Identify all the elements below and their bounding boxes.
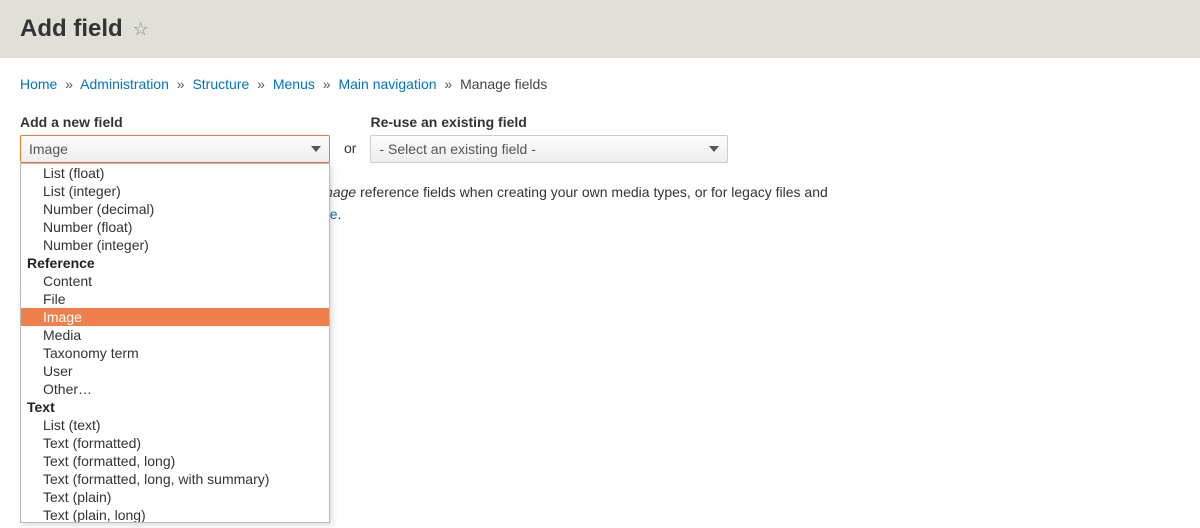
dropdown-item[interactable]: Text (formatted, long, with summary) — [21, 470, 329, 488]
dropdown-item[interactable]: Media — [21, 326, 329, 344]
existing-field-label: Re-use an existing field — [370, 114, 728, 130]
breadcrumb-home[interactable]: Home — [20, 76, 57, 92]
dropdown-item[interactable]: Image — [21, 308, 329, 326]
breadcrumb-sep: » — [177, 76, 185, 92]
breadcrumb-sep: » — [257, 76, 265, 92]
existing-field-select[interactable]: - Select an existing field - — [370, 135, 728, 163]
dropdown-item[interactable]: User — [21, 362, 329, 380]
header-bar: Add field ☆ — [0, 0, 1200, 58]
star-icon[interactable]: ☆ — [133, 19, 149, 40]
new-field-select[interactable]: Image — [20, 135, 330, 163]
breadcrumb-administration[interactable]: Administration — [80, 76, 169, 92]
dropdown-item[interactable]: Number (integer) — [21, 236, 329, 254]
breadcrumb-sep: » — [444, 76, 452, 92]
dropdown-group-label: Reference — [21, 254, 329, 272]
new-field-select-wrap: Image List (float)List (integer)Number (… — [20, 135, 330, 163]
new-field-col: Add a new field Image List (float)List (… — [20, 114, 330, 163]
existing-field-placeholder: - Select an existing field - — [379, 141, 535, 157]
help-text-frag: reference fields when creating your own … — [356, 184, 828, 200]
breadcrumb-current: Manage fields — [460, 76, 547, 92]
dropdown-item[interactable]: Taxonomy term — [21, 344, 329, 362]
breadcrumb-sep: » — [65, 76, 73, 92]
existing-field-col: Re-use an existing field - Select an exi… — [370, 114, 728, 163]
page-title: Add field — [20, 15, 123, 43]
breadcrumb-structure[interactable]: Structure — [192, 76, 249, 92]
or-text: or — [344, 140, 356, 156]
dropdown-item[interactable]: Number (float) — [21, 218, 329, 236]
breadcrumb-main-navigation[interactable]: Main navigation — [338, 76, 436, 92]
content: Home » Administration » Structure » Menu… — [0, 58, 1200, 291]
breadcrumb-menus[interactable]: Menus — [273, 76, 315, 92]
chevron-down-icon — [709, 146, 719, 152]
breadcrumb-sep: » — [323, 76, 331, 92]
new-field-dropdown[interactable]: List (float)List (integer)Number (decima… — [20, 163, 330, 523]
field-row: Add a new field Image List (float)List (… — [20, 114, 1180, 163]
dropdown-item[interactable]: List (float) — [21, 164, 329, 182]
dropdown-group-label: Text — [21, 398, 329, 416]
new-field-selected-value: Image — [29, 141, 68, 157]
chevron-down-icon — [311, 146, 321, 152]
dropdown-item[interactable]: Text (plain, long) — [21, 506, 329, 523]
dropdown-item[interactable]: Number (decimal) — [21, 200, 329, 218]
dropdown-item[interactable]: Text (formatted) — [21, 434, 329, 452]
dropdown-item[interactable]: Text (formatted, long) — [21, 452, 329, 470]
dropdown-item[interactable]: File — [21, 290, 329, 308]
dropdown-item[interactable]: List (integer) — [21, 182, 329, 200]
dropdown-item[interactable]: List (text) — [21, 416, 329, 434]
dropdown-item[interactable]: Other… — [21, 380, 329, 398]
help-text-period: . — [338, 206, 342, 222]
dropdown-item[interactable]: Content — [21, 272, 329, 290]
breadcrumb: Home » Administration » Structure » Menu… — [20, 76, 1180, 92]
dropdown-item[interactable]: Text (plain) — [21, 488, 329, 506]
new-field-label: Add a new field — [20, 114, 330, 130]
